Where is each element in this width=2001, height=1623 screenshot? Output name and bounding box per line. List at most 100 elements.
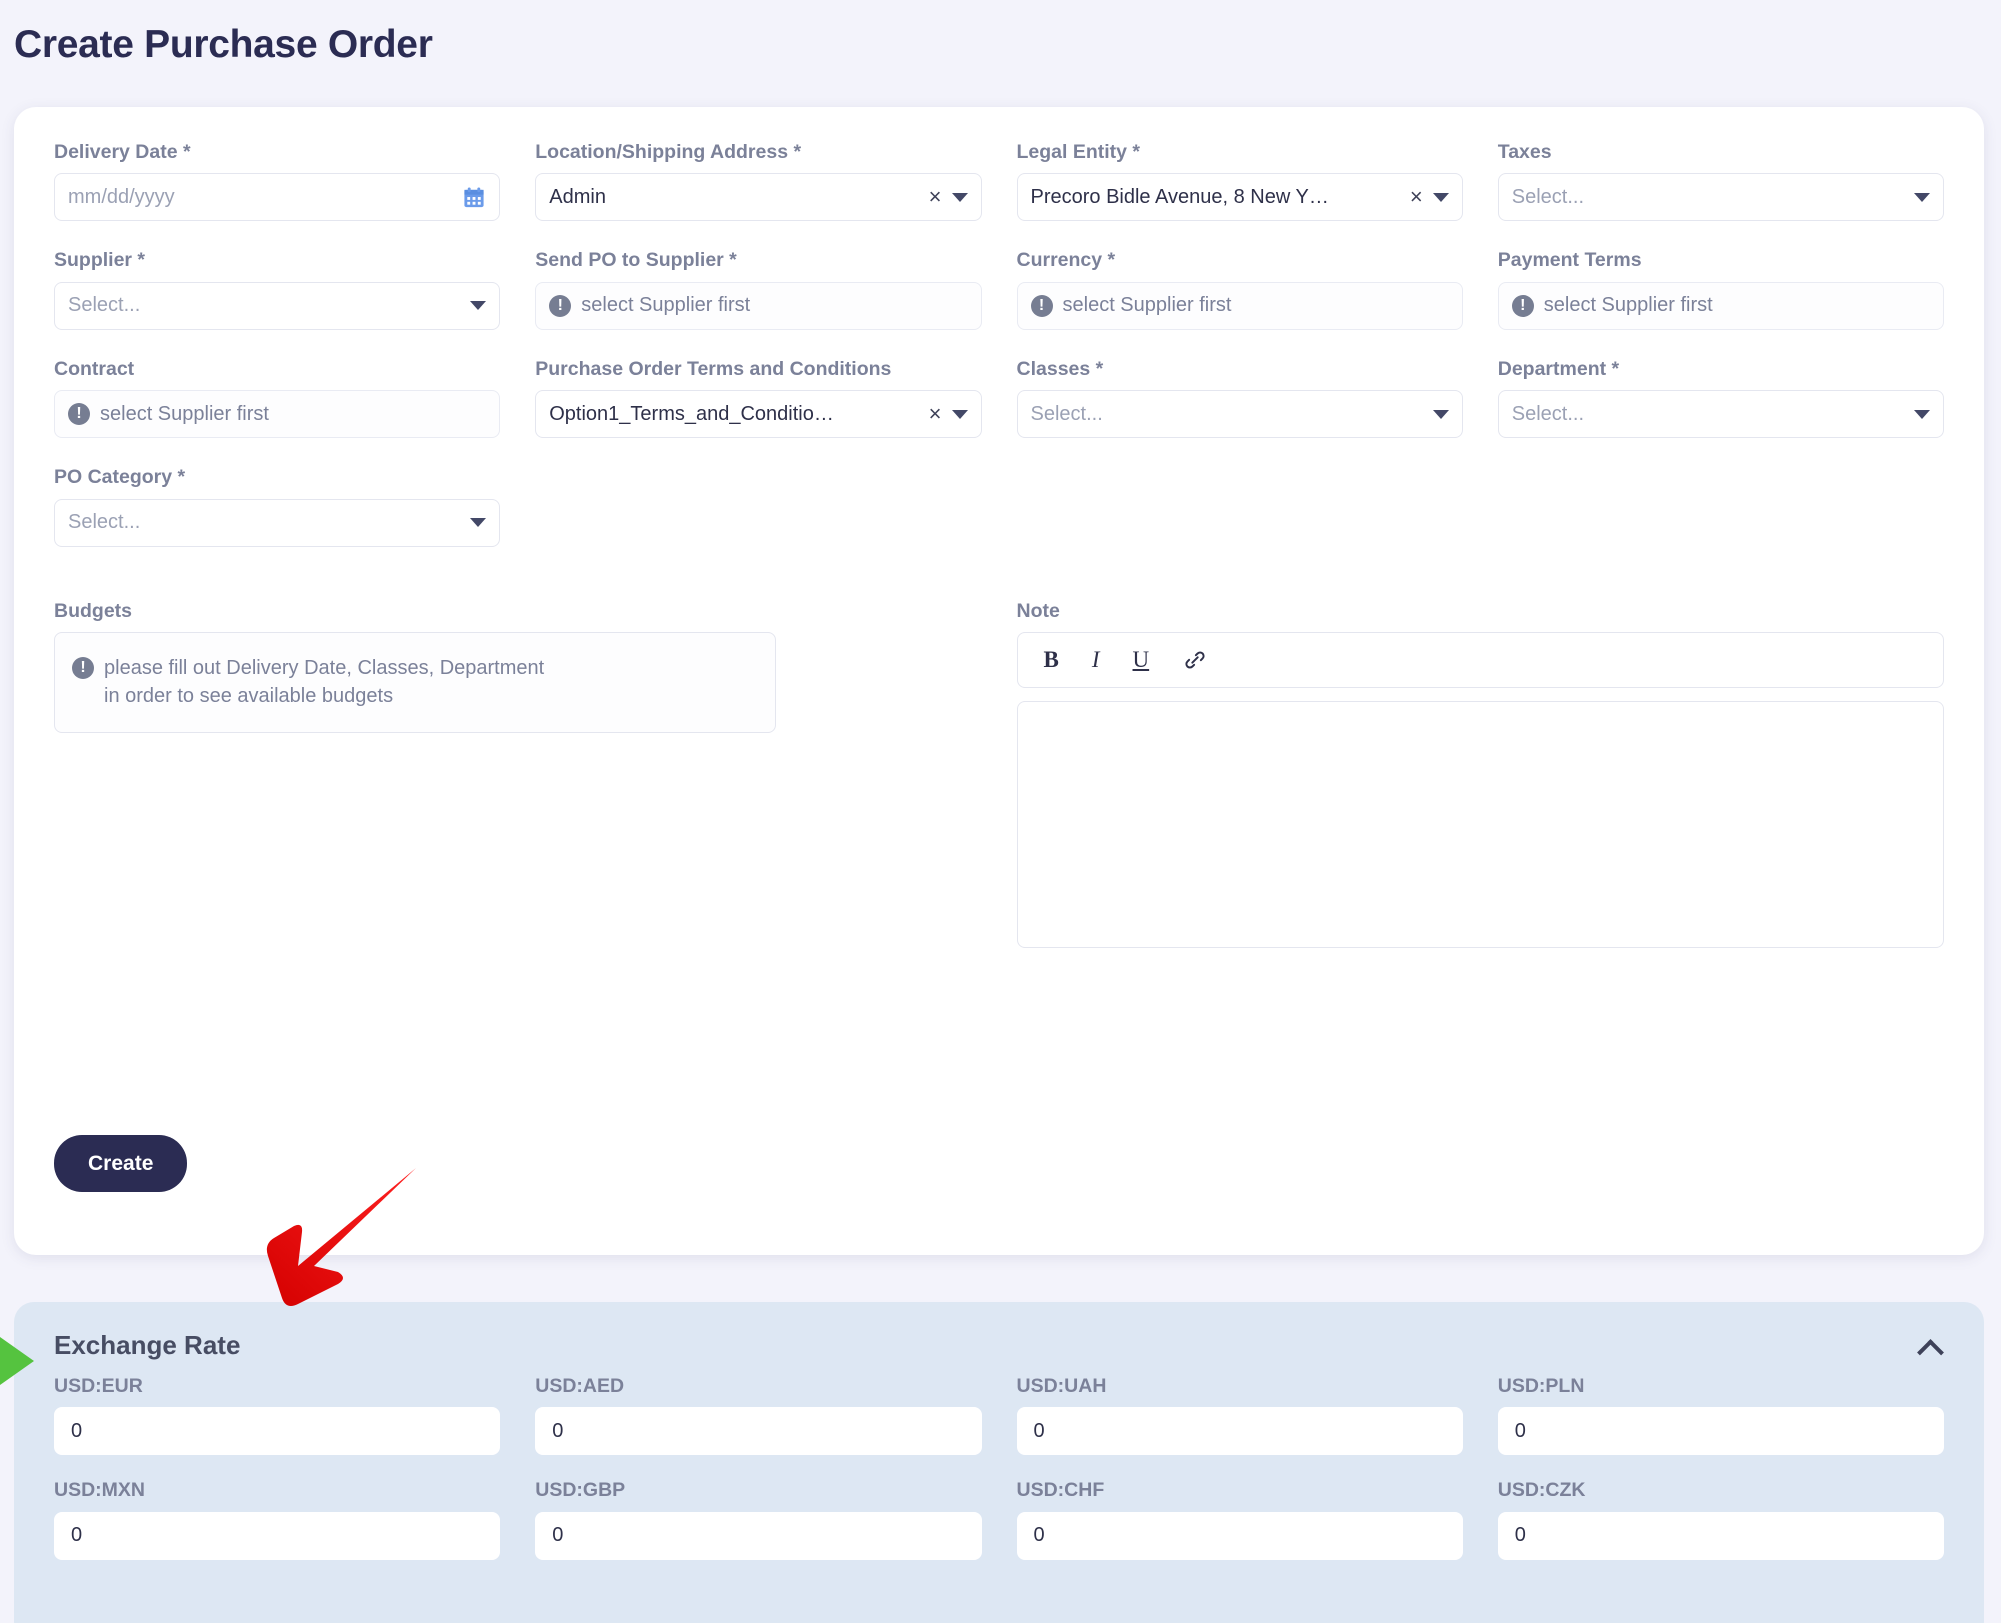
exchange-rate-label: USD:AED	[535, 1375, 981, 1398]
field-send-po-to-supplier: Send PO to Supplier *!select Supplier fi…	[535, 249, 981, 329]
exchange-rate-label: USD:CHF	[1017, 1479, 1463, 1502]
exchange-rate-label: USD:MXN	[54, 1479, 500, 1502]
field-po-category: PO Category * Select...	[54, 466, 500, 546]
note-label: Note	[1017, 600, 1945, 623]
page-title: Create Purchase Order	[0, 0, 2001, 69]
field-payment-terms: Payment Terms! select Supplier first	[1498, 249, 1944, 329]
create-button[interactable]: Create	[54, 1135, 187, 1192]
field-location-shipping-address: Location/Shipping Address *Admin×	[535, 141, 981, 221]
contract-input[interactable]: ! select Supplier first	[54, 390, 500, 438]
payment-terms-value: select Supplier first	[1544, 294, 1930, 317]
exchange-rate-input[interactable]: 0	[1017, 1407, 1463, 1455]
grid-spacer	[1498, 466, 1944, 574]
exchange-rate-input[interactable]: 0	[535, 1407, 981, 1455]
bold-icon[interactable]: B	[1044, 648, 1059, 671]
field-taxes: TaxesSelect...	[1498, 141, 1944, 221]
field-legal-entity: Legal Entity *Precoro Bidle Avenue, 8 Ne…	[1017, 141, 1463, 221]
send-po-to-supplier-input[interactable]: ! select Supplier first	[535, 282, 981, 330]
budgets-message-line-2: in order to see available budgets	[104, 682, 544, 710]
po-terms-and-conditions-chevron-down-icon[interactable]	[952, 410, 968, 419]
exchange-rate-input[interactable]: 0	[54, 1407, 500, 1455]
field-po-terms-and-conditions: Purchase Order Terms and Conditions Optio…	[535, 358, 981, 438]
location-shipping-address-chevron-down-icon[interactable]	[952, 193, 968, 202]
currency-input[interactable]: !select Supplier first	[1017, 282, 1463, 330]
taxes-input[interactable]: Select...	[1498, 173, 1944, 221]
exchange-rate-panel: Exchange Rate USD:EUR0USD:AED0USD:UAH0US…	[14, 1302, 1984, 1623]
chevron-up-icon[interactable]	[1918, 1338, 1944, 1353]
exchange-rate-field-usd-uah: USD:UAH 0	[1017, 1375, 1463, 1455]
exchange-rate-label: USD:PLN	[1498, 1375, 1944, 1398]
italic-icon[interactable]: I	[1092, 648, 1100, 671]
exchange-rate-input[interactable]: 0	[535, 1512, 981, 1560]
link-icon[interactable]	[1182, 647, 1208, 673]
po-category-chevron-down-icon[interactable]	[470, 518, 486, 527]
exchange-rate-field-usd-gbp: USD:GBP 0	[535, 1479, 981, 1559]
note-section: Note B I U	[1017, 600, 1945, 948]
exchange-rate-field-usd-chf: USD:CHF 0	[1017, 1479, 1463, 1559]
grid-spacer	[535, 466, 981, 574]
currency-value: select Supplier first	[1063, 294, 1449, 317]
taxes-value: Select...	[1512, 186, 1904, 209]
department-value: Select...	[1512, 403, 1904, 426]
classes-label: Classes *	[1017, 358, 1463, 381]
po-terms-and-conditions-input[interactable]: Option1_Terms_and_Conditio… ×	[535, 390, 981, 438]
exchange-rate-input[interactable]: 0	[1498, 1407, 1944, 1455]
exchange-rate-header[interactable]: Exchange Rate	[54, 1330, 1944, 1361]
po-terms-and-conditions-label: Purchase Order Terms and Conditions	[535, 358, 981, 381]
classes-chevron-down-icon[interactable]	[1433, 410, 1449, 419]
po-category-input[interactable]: Select...	[54, 499, 500, 547]
legal-entity-clear-icon[interactable]: ×	[1410, 186, 1423, 208]
po-category-value: Select...	[68, 511, 460, 534]
exchange-rate-label: USD:CZK	[1498, 1479, 1944, 1502]
department-label: Department *	[1498, 358, 1944, 381]
field-classes: Classes * Select...	[1017, 358, 1463, 438]
calendar-icon[interactable]	[462, 186, 486, 209]
delivery-date-label: Delivery Date *	[54, 141, 500, 164]
supplier-chevron-down-icon[interactable]	[470, 301, 486, 310]
taxes-chevron-down-icon[interactable]	[1914, 193, 1930, 202]
exchange-rate-field-usd-mxn: USD:MXN 0	[54, 1479, 500, 1559]
field-supplier: Supplier *Select...	[54, 249, 500, 329]
field-contract: Contract!select Supplier first	[54, 358, 500, 438]
classes-input[interactable]: Select...	[1017, 390, 1463, 438]
purchase-order-form-card: Delivery Date * mm/dd/yyyy Location/Shippi…	[14, 107, 1984, 1255]
delivery-date-value: mm/dd/yyyy	[68, 186, 454, 209]
exchange-rate-label: USD:UAH	[1017, 1375, 1463, 1398]
location-shipping-address-input[interactable]: Admin×	[535, 173, 981, 221]
po-category-label: PO Category *	[54, 466, 500, 489]
payment-terms-input[interactable]: ! select Supplier first	[1498, 282, 1944, 330]
form-field-grid: Delivery Date * mm/dd/yyyy Location/Shippi…	[54, 141, 1944, 575]
legal-entity-chevron-down-icon[interactable]	[1433, 193, 1449, 202]
note-toolbar: B I U	[1017, 632, 1945, 688]
delivery-date-input[interactable]: mm/dd/yyyy	[54, 173, 500, 221]
exchange-rate-field-usd-pln: USD:PLN 0	[1498, 1375, 1944, 1455]
exchange-rate-grid: USD:EUR 0 USD:AED 0 USD:UAH 0 USD:PLN 0 USD:MXN 0…	[54, 1375, 1944, 1584]
field-currency: Currency * !select Supplier first	[1017, 249, 1463, 329]
exchange-rate-input[interactable]: 0	[1017, 1512, 1463, 1560]
currency-label: Currency *	[1017, 249, 1463, 272]
location-shipping-address-clear-icon[interactable]: ×	[929, 186, 942, 208]
payment-terms-label: Payment Terms	[1498, 249, 1944, 272]
note-textarea[interactable]	[1017, 701, 1945, 948]
legal-entity-input[interactable]: Precoro Bidle Avenue, 8 New Y…×	[1017, 173, 1463, 221]
underline-icon[interactable]: U	[1133, 648, 1150, 671]
po-terms-and-conditions-clear-icon[interactable]: ×	[929, 403, 942, 425]
po-terms-and-conditions-value: Option1_Terms_and_Conditio…	[549, 403, 920, 426]
exchange-rate-input[interactable]: 0	[1498, 1512, 1944, 1560]
warning-icon: !	[1512, 295, 1534, 317]
warning-icon: !	[549, 295, 571, 317]
department-chevron-down-icon[interactable]	[1914, 410, 1930, 419]
department-input[interactable]: Select...	[1498, 390, 1944, 438]
warning-icon: !	[68, 403, 90, 425]
exchange-rate-input[interactable]: 0	[54, 1512, 500, 1560]
exchange-rate-field-usd-aed: USD:AED 0	[535, 1375, 981, 1455]
budgets-label: Budgets	[54, 600, 982, 623]
contract-value: select Supplier first	[100, 403, 486, 426]
supplier-input[interactable]: Select...	[54, 282, 500, 330]
field-delivery-date: Delivery Date * mm/dd/yyyy	[54, 141, 500, 221]
exchange-rate-label: USD:GBP	[535, 1479, 981, 1502]
warning-icon: !	[72, 657, 94, 679]
exchange-rate-field-usd-czk: USD:CZK 0	[1498, 1479, 1944, 1559]
send-po-to-supplier-value: select Supplier first	[581, 294, 967, 317]
exchange-rate-label: USD:EUR	[54, 1375, 500, 1398]
